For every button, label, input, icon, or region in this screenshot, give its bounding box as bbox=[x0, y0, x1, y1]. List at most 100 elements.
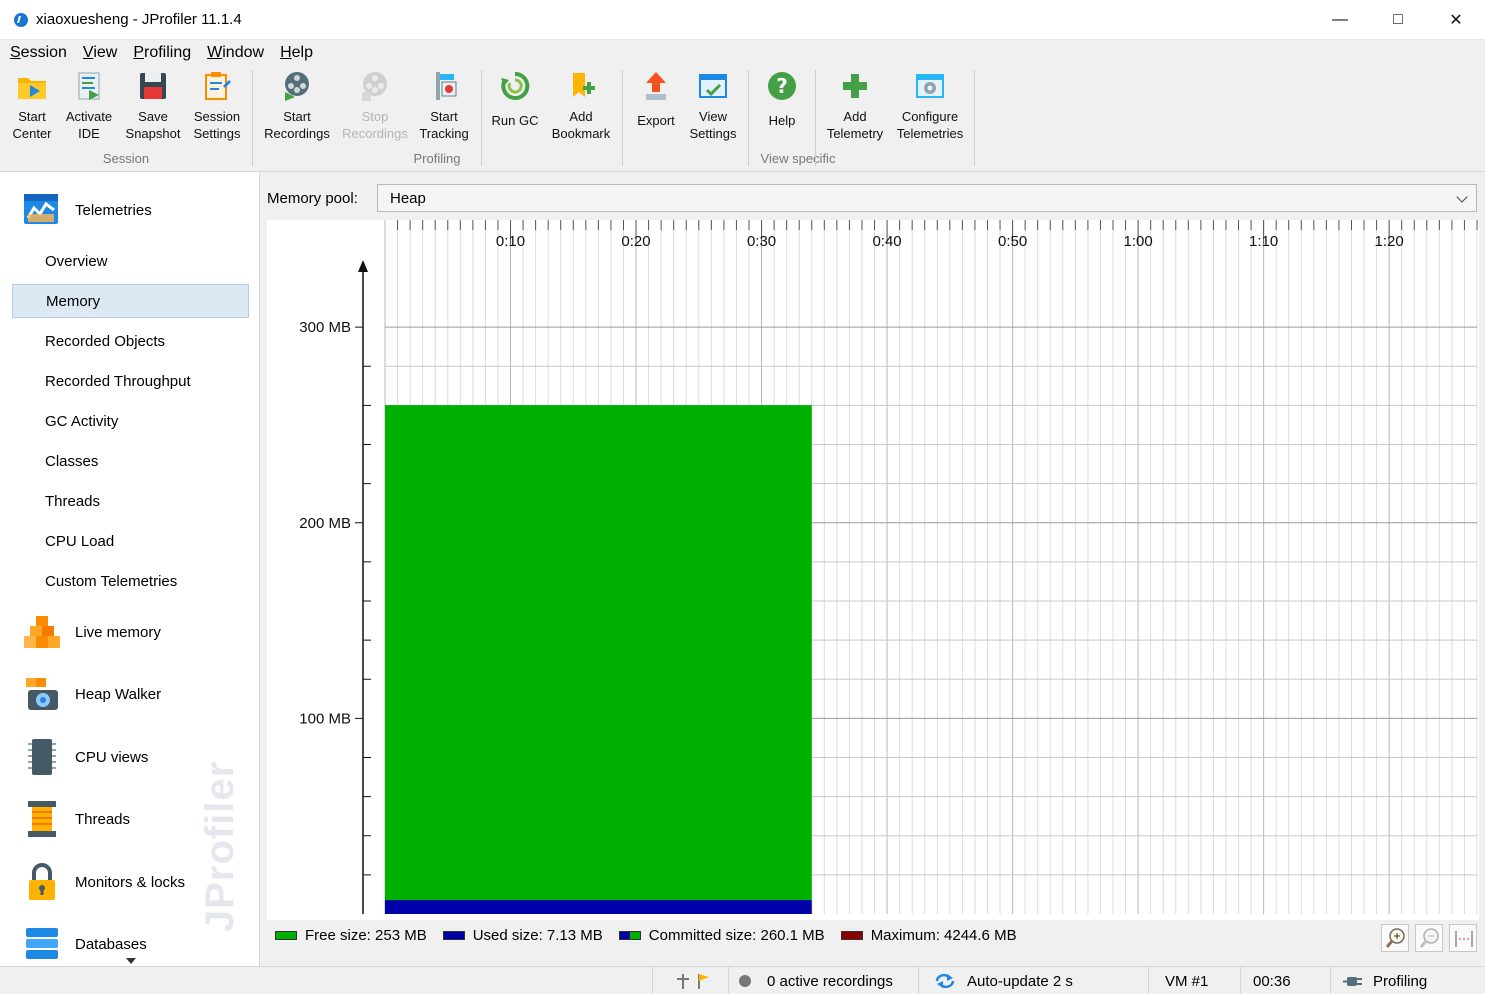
toolbar-group-caption: Profiling bbox=[413, 151, 461, 166]
chart-legend: Free size: 253 MB Used size: 7.13 MB Com… bbox=[275, 924, 1033, 946]
sidebar-section-label: CPU views bbox=[75, 748, 149, 766]
sidebar-section-label: Telemetries bbox=[75, 201, 152, 219]
toolbar-separator bbox=[815, 70, 816, 166]
bookmark-add-icon bbox=[565, 70, 597, 102]
zoom-in-icon bbox=[1385, 928, 1405, 948]
sidebar-item-threads-telemetry[interactable]: Threads bbox=[12, 484, 249, 518]
sidebar-section-label: Heap Walker bbox=[75, 685, 162, 703]
configure-telemetries-button[interactable]: Configure Telemetries bbox=[892, 70, 968, 142]
telemetry-chart-icon bbox=[22, 190, 62, 230]
maximize-button[interactable]: □ bbox=[1369, 0, 1427, 40]
statusbar-elapsed-time: 00:36 bbox=[1240, 967, 1330, 994]
menu-session[interactable]: Session bbox=[10, 44, 67, 62]
x-tick-label: 0:10 bbox=[496, 233, 525, 250]
start-tracking-button[interactable]: Start Tracking bbox=[414, 70, 474, 142]
y-axis-arrow bbox=[358, 260, 368, 272]
sidebar-section-telemetries[interactable]: Telemetries bbox=[0, 182, 259, 238]
minimize-button[interactable]: — bbox=[1311, 0, 1369, 40]
sidebar-section-label: Databases bbox=[75, 935, 147, 953]
folder-start-icon bbox=[16, 70, 48, 102]
sidebar-section-cpu-views[interactable]: CPU views bbox=[0, 729, 259, 785]
save-snapshot-button[interactable]: Save Snapshot bbox=[122, 70, 184, 142]
view-settings-icon bbox=[697, 70, 729, 102]
sidebar-scroll-down-icon[interactable] bbox=[126, 958, 136, 964]
x-tick-label: 1:00 bbox=[1124, 233, 1153, 250]
zoom-in-button[interactable] bbox=[1381, 924, 1409, 952]
run-gc-button[interactable]: Run GC bbox=[488, 70, 542, 129]
menu-profiling[interactable]: Profiling bbox=[133, 44, 191, 62]
clipboard-settings-icon bbox=[201, 70, 233, 102]
start-center-button[interactable]: Start Center bbox=[4, 70, 60, 142]
menu-view[interactable]: View bbox=[83, 44, 117, 62]
sidebar-section-live-memory[interactable]: Live memory bbox=[0, 604, 259, 660]
legend-swatch bbox=[840, 930, 863, 940]
sidebar-item-memory[interactable]: Memory bbox=[12, 284, 249, 318]
x-tick-label: 0:30 bbox=[747, 233, 776, 250]
plus-icon bbox=[839, 70, 871, 102]
sidebar-section-threads[interactable]: Threads bbox=[0, 791, 259, 847]
close-button[interactable]: ✕ bbox=[1427, 0, 1485, 40]
sidebar-section-monitors-locks[interactable]: Monitors & locks bbox=[0, 854, 259, 910]
sidebar: JProfiler Telemetries Overview Memory Re… bbox=[0, 172, 260, 966]
x-tick-label: 1:20 bbox=[1375, 233, 1404, 250]
x-tick-label: 0:40 bbox=[872, 233, 901, 250]
sidebar-item-gc-activity[interactable]: GC Activity bbox=[12, 404, 249, 438]
export-arrow-icon bbox=[640, 70, 672, 102]
sidebar-item-classes[interactable]: Classes bbox=[12, 444, 249, 478]
sidebar-item-recorded-throughput[interactable]: Recorded Throughput bbox=[12, 364, 249, 398]
plug-icon bbox=[1343, 977, 1362, 986]
view-settings-button[interactable]: View Settings bbox=[684, 70, 742, 142]
fit-width-button[interactable] bbox=[1449, 924, 1477, 952]
legend-swatch bbox=[618, 930, 641, 940]
chip-icon bbox=[22, 737, 62, 777]
start-recordings-button[interactable]: Start Recordings bbox=[260, 70, 334, 142]
zoom-out-icon bbox=[1419, 928, 1439, 948]
statusbar-mode[interactable]: Profiling bbox=[1330, 967, 1485, 994]
sidebar-item-overview[interactable]: Overview bbox=[12, 244, 249, 278]
legend-item-maximum: Maximum: 4244.6 MB bbox=[840, 927, 1017, 944]
memory-chart-svg: 0:10 0:20 0:30 0:40 0:50 1:00 1:10 1:20 300 MB 20… bbox=[299, 220, 1478, 914]
y-tick-label: 300 MB bbox=[299, 319, 351, 336]
toolbar: Session Profiling View specific Start Ce… bbox=[0, 66, 1485, 172]
sidebar-section-heap-walker[interactable]: Heap Walker bbox=[0, 666, 259, 722]
film-reel-disabled-icon bbox=[359, 70, 391, 102]
memory-pool-label: Memory pool: bbox=[267, 189, 358, 207]
session-settings-button[interactable]: Session Settings bbox=[188, 70, 246, 142]
statusbar-vm: VM #1 bbox=[1148, 967, 1240, 994]
toolbar-separator bbox=[748, 70, 749, 166]
sidebar-item-cpu-load[interactable]: CPU Load bbox=[12, 524, 249, 558]
film-reel-icon bbox=[281, 70, 313, 102]
add-telemetry-button[interactable]: Add Telemetry bbox=[822, 70, 888, 142]
menu-help[interactable]: Help bbox=[280, 44, 313, 62]
memory-chart[interactable]: 0:10 0:20 0:30 0:40 0:50 1:00 1:10 1:20 300 MB 20… bbox=[267, 220, 1479, 920]
zoom-out-button[interactable] bbox=[1415, 924, 1443, 952]
configure-gear-icon bbox=[914, 70, 946, 102]
database-icon bbox=[22, 924, 62, 964]
statusbar-bookmark-cell[interactable] bbox=[652, 967, 728, 994]
legend-item-used: Used size: 7.13 MB bbox=[442, 927, 603, 944]
activate-ide-button[interactable]: Activate IDE bbox=[60, 70, 118, 142]
recording-dot-icon bbox=[739, 975, 751, 987]
toolbar-separator bbox=[974, 70, 975, 166]
series-used-size-area bbox=[385, 900, 812, 914]
camera-cubes-icon bbox=[22, 674, 62, 714]
statusbar-recordings: 0 active recordings bbox=[728, 967, 918, 994]
window-title: xiaoxuesheng - JProfiler 11.1.4 bbox=[36, 11, 242, 28]
series-free-size-area bbox=[385, 405, 812, 901]
menu-window[interactable]: Window bbox=[207, 44, 264, 62]
sidebar-item-custom-telemetries[interactable]: Custom Telemetries bbox=[12, 564, 249, 598]
export-button[interactable]: Export bbox=[630, 70, 682, 129]
statusbar-autoupdate[interactable]: Auto-update 2 s bbox=[918, 967, 1148, 994]
spool-icon bbox=[22, 799, 62, 839]
memory-pool-select[interactable]: Heap bbox=[377, 184, 1477, 212]
recycle-icon bbox=[499, 70, 531, 102]
floppy-icon bbox=[137, 70, 169, 102]
jprofiler-app-icon bbox=[14, 12, 28, 27]
help-button[interactable]: ? Help bbox=[756, 70, 808, 129]
sidebar-item-recorded-objects[interactable]: Recorded Objects bbox=[12, 324, 249, 358]
stop-recordings-button[interactable]: Stop Recordings bbox=[338, 70, 412, 142]
title-bar: xiaoxuesheng - JProfiler 11.1.4 — □ ✕ bbox=[0, 0, 1485, 40]
chevron-down-icon bbox=[1456, 191, 1468, 203]
zoom-controls bbox=[1375, 924, 1477, 952]
add-bookmark-button[interactable]: Add Bookmark bbox=[546, 70, 616, 142]
